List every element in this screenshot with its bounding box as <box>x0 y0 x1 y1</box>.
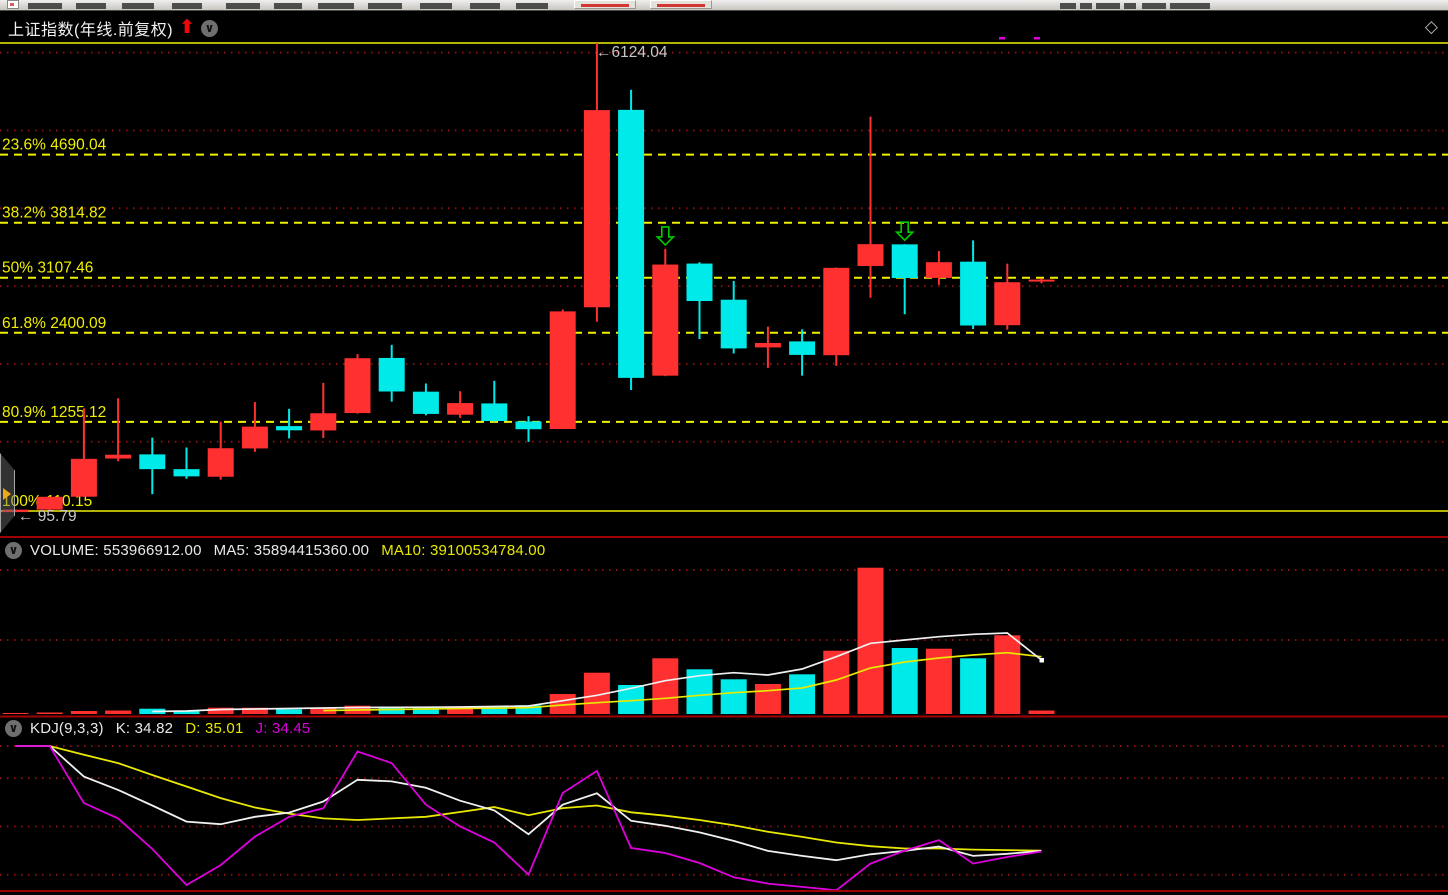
fib-level-label: 80.9% 1255.12 <box>2 404 106 421</box>
chevron-down-icon[interactable]: ∨ <box>5 542 22 559</box>
indicator-value: MA10: 39100534784.00 <box>381 542 545 559</box>
fib-level-label: 61.8% 2400.09 <box>2 315 106 332</box>
price-annotation: ← 95.79 <box>18 508 77 525</box>
volume-pane-header: ∨ VOLUME: 553966912.00 MA5: 35894415360.0… <box>5 542 557 559</box>
chevron-down-icon[interactable]: ∨ <box>201 20 218 37</box>
fib-level-label: 38.2% 3814.82 <box>2 205 106 222</box>
fib-level-label: 50% 3107.46 <box>2 260 93 277</box>
kdj-pane-header: ∨ KDJ(9,3,3) K: 34.82 D: 35.01 J: 34.45 <box>5 720 322 737</box>
volume-indicator-values: VOLUME: 553966912.00 MA5: 35894415360.00 M… <box>30 542 557 559</box>
expand-right-icon <box>3 488 11 500</box>
chart-canvas: 23.6% 4690.04 38.2% 3814.82 50% 3107.46 61.… <box>0 0 1448 895</box>
chart-title-bar: 上证指数(年线.前复权) ⬆ ∨ <box>8 16 218 40</box>
chevron-down-icon[interactable]: ∨ <box>5 720 22 737</box>
green-down-arrow-marker <box>897 222 913 240</box>
indicator-value: D: 35.01 <box>185 720 243 737</box>
fib-level-label: 23.6% 4690.04 <box>2 137 107 154</box>
indicator-value: VOLUME: 553966912.00 <box>30 542 202 559</box>
up-arrow-icon: ⬆ <box>179 20 195 36</box>
trading-app-window: { "menu_bar": {"note": "menu text croppe… <box>0 0 1448 895</box>
indicator-value: K: 34.82 <box>116 720 173 737</box>
kdj-indicator-values: KDJ(9,3,3) K: 34.82 D: 35.01 J: 34.45 <box>30 720 322 737</box>
indicator-value: MA5: 35894415360.00 <box>214 542 370 559</box>
price-annotation: ←6124.04 <box>596 44 668 61</box>
indicator-value: KDJ(9,3,3) <box>30 720 104 737</box>
green-down-arrow-marker <box>657 227 673 245</box>
diamond-icon[interactable]: ◇ <box>1425 17 1438 37</box>
page-title: 上证指数(年线.前复权) <box>8 16 173 40</box>
indicator-value: J: 34.45 <box>256 720 311 737</box>
